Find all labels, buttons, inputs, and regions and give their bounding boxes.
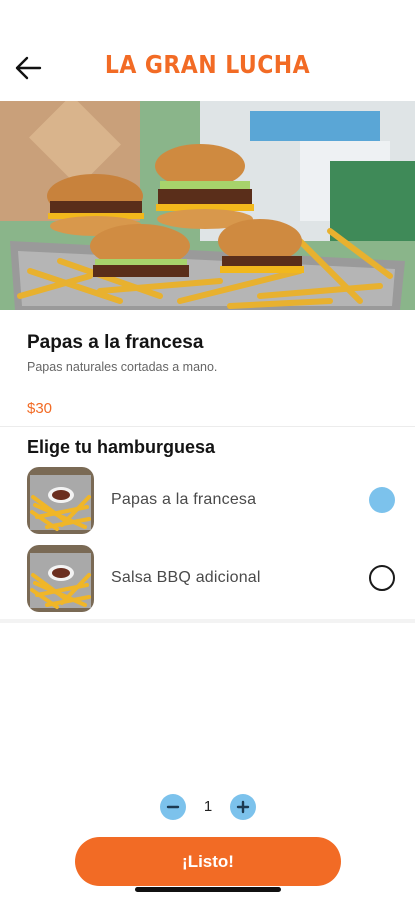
option-item-fries[interactable]: Papas a la francesa	[0, 467, 415, 539]
product-hero-image	[0, 101, 415, 310]
option-label: Papas a la francesa	[111, 491, 257, 508]
option-label: Salsa BBQ adicional	[111, 569, 261, 586]
product-price: $30	[27, 400, 53, 417]
radio-selected[interactable]	[369, 487, 395, 513]
option-thumbnail	[27, 467, 94, 534]
minus-circle-icon	[166, 805, 180, 809]
plus-circle-icon	[236, 800, 250, 814]
radio-unselected[interactable]	[369, 565, 395, 591]
section-divider	[0, 619, 415, 623]
app-header: LA GRAN LUCHA	[0, 0, 415, 101]
done-button[interactable]: ¡Listo!	[75, 837, 341, 886]
option-thumbnail	[27, 545, 94, 612]
product-name: Papas a la francesa	[27, 332, 204, 353]
home-indicator	[135, 887, 281, 892]
product-info: Papas a la francesa Papas naturales cort…	[0, 310, 415, 426]
product-description: Papas naturales cortadas a mano.	[27, 360, 218, 374]
quantity-value: 1	[203, 798, 213, 815]
option-item-bbq[interactable]: Salsa BBQ adicional	[0, 545, 415, 617]
section-divider	[0, 426, 415, 427]
decrease-quantity-button[interactable]	[160, 794, 186, 820]
increase-quantity-button[interactable]	[230, 794, 256, 820]
restaurant-title: LA GRAN LUCHA	[104, 50, 311, 79]
options-section-title: Elige tu hamburguesa	[27, 437, 216, 457]
